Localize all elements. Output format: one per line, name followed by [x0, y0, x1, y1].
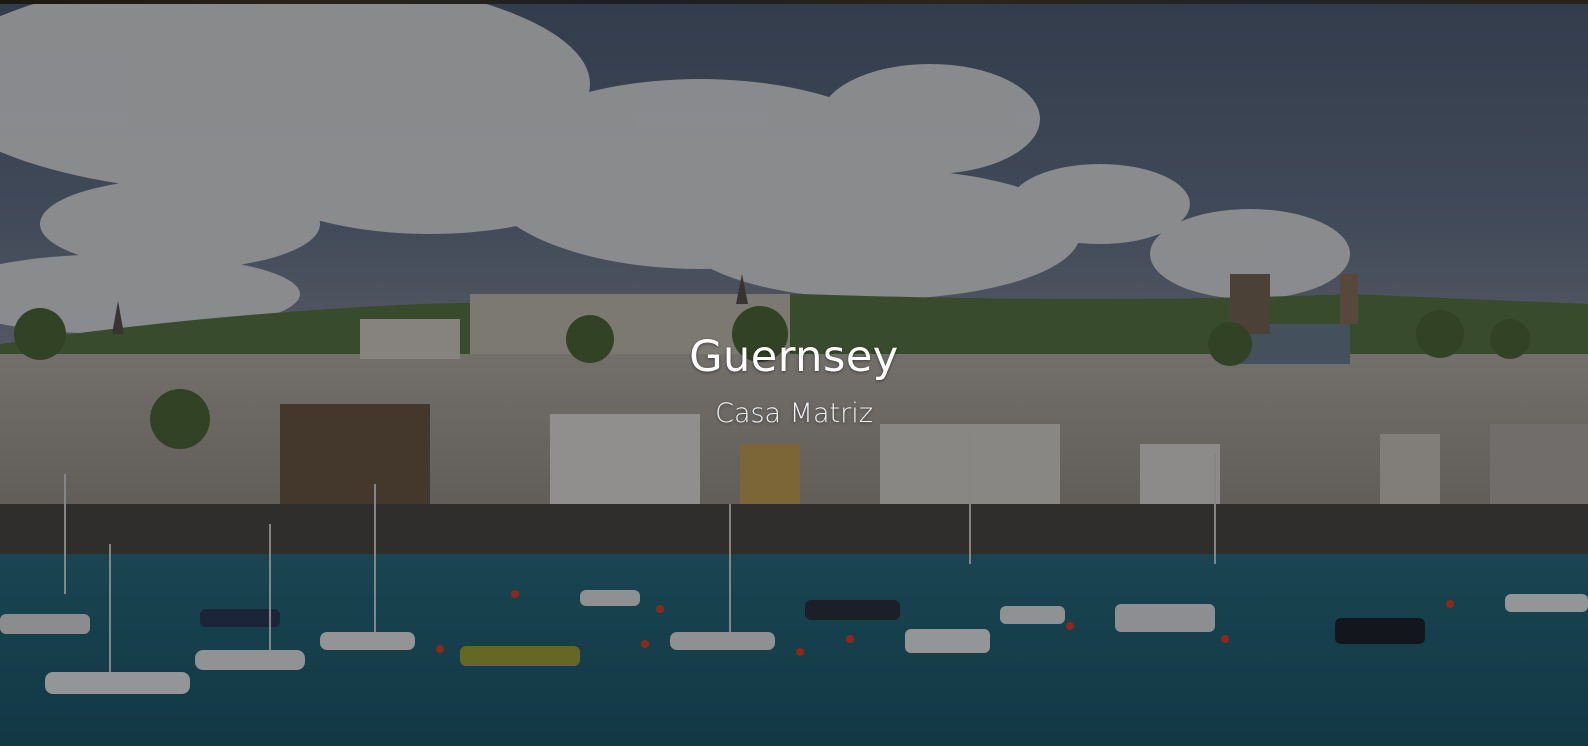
sea-wall: [0, 504, 1588, 556]
hero-banner: Guernsey Casa Matriz: [0, 0, 1588, 746]
top-image-strip: [0, 0, 1588, 4]
hero-subtitle: Casa Matriz: [715, 398, 873, 429]
hero-title: Guernsey: [689, 332, 899, 382]
